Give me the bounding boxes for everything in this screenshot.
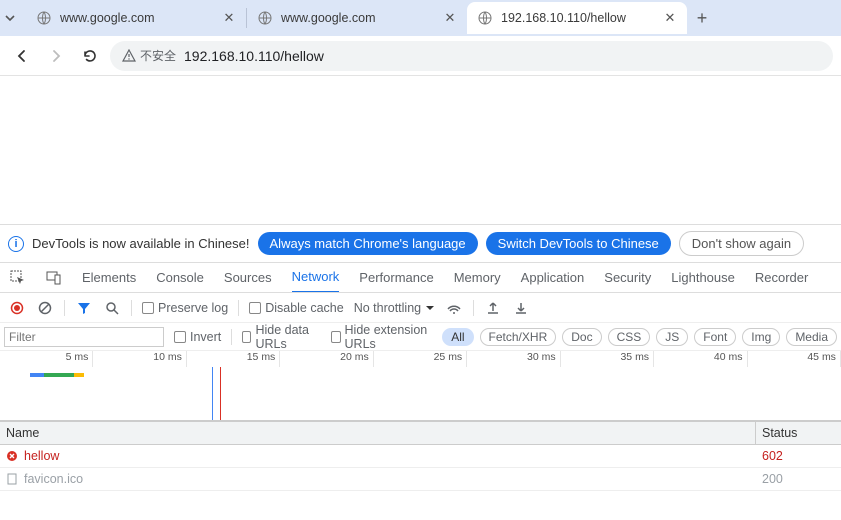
filter-chip-js[interactable]: JS	[656, 328, 688, 346]
file-icon	[6, 473, 18, 485]
record-button[interactable]	[8, 299, 26, 317]
request-row[interactable]: favicon.ico 200	[0, 468, 841, 491]
inspect-element-icon[interactable]	[10, 270, 26, 286]
browser-tab-2-active[interactable]: 192.168.10.110/hellow ✕	[467, 2, 687, 34]
close-icon[interactable]: ✕	[443, 10, 457, 26]
not-secure-label: 不安全	[140, 47, 176, 64]
timeline-tick: 20 ms	[280, 351, 373, 367]
devtools-tabs: Elements Console Sources Network Performance…	[0, 263, 841, 293]
timeline-tick: 25 ms	[374, 351, 467, 367]
clear-button[interactable]	[36, 299, 54, 317]
timeline-tick: 45 ms	[748, 351, 841, 367]
network-table-header: Name Status	[0, 421, 841, 445]
globe-icon	[477, 10, 493, 26]
tab-title: www.google.com	[60, 11, 214, 25]
separator	[231, 329, 232, 345]
invert-checkbox[interactable]: Invert	[174, 330, 221, 344]
devtools-tab-network[interactable]: Network	[292, 263, 340, 293]
timeline-tick: 40 ms	[654, 351, 747, 367]
request-status: 200	[756, 468, 841, 490]
filter-chip-font[interactable]: Font	[694, 328, 736, 346]
device-toolbar-icon[interactable]	[46, 270, 62, 286]
export-har-icon[interactable]	[512, 299, 530, 317]
globe-icon	[36, 10, 52, 26]
separator	[64, 300, 65, 316]
error-icon	[6, 450, 18, 462]
tab-dropdown-button[interactable]	[4, 12, 26, 24]
info-icon: i	[8, 236, 24, 252]
separator	[238, 300, 239, 316]
network-filter-bar: Invert Hide data URLs Hide extension URL…	[0, 323, 841, 351]
devtools-tab-memory[interactable]: Memory	[454, 263, 501, 293]
devtools-tab-lighthouse[interactable]: Lighthouse	[671, 263, 735, 293]
devtools-tab-elements[interactable]: Elements	[82, 263, 136, 293]
filter-chip-fetchxhr[interactable]: Fetch/XHR	[480, 328, 557, 346]
network-timeline[interactable]: 5 ms10 ms15 ms20 ms25 ms30 ms35 ms40 ms4…	[0, 351, 841, 421]
filter-chip-all[interactable]: All	[442, 328, 473, 346]
timeline-tick: 10 ms	[93, 351, 186, 367]
browser-tab-1[interactable]: www.google.com ✕	[247, 2, 467, 34]
throttling-select[interactable]: No throttling	[354, 301, 435, 315]
globe-icon	[257, 10, 273, 26]
disable-cache-checkbox[interactable]: Disable cache	[249, 301, 344, 315]
network-toolbar: Preserve log Disable cache No throttling	[0, 293, 841, 323]
devtools-tab-application[interactable]: Application	[521, 263, 585, 293]
address-bar[interactable]: 不安全 192.168.10.110/hellow	[110, 41, 833, 71]
separator	[131, 300, 132, 316]
request-name: favicon.ico	[24, 472, 83, 486]
timeline-tick: 35 ms	[561, 351, 654, 367]
filter-input[interactable]	[4, 327, 164, 347]
tab-strip: www.google.com ✕ www.google.com ✕ 192.16…	[0, 0, 841, 36]
filter-chips: All Fetch/XHR Doc CSS JS Font Img Media	[442, 328, 837, 346]
banner-text: DevTools is now available in Chinese!	[32, 236, 250, 251]
devtools-tab-console[interactable]: Console	[156, 263, 204, 293]
hide-extension-urls-checkbox[interactable]: Hide extension URLs	[331, 323, 432, 351]
filter-icon[interactable]	[75, 299, 93, 317]
devtools-tab-sources[interactable]: Sources	[224, 263, 272, 293]
close-icon[interactable]: ✕	[663, 10, 677, 26]
always-match-language-button[interactable]: Always match Chrome's language	[258, 232, 478, 255]
switch-devtools-language-button[interactable]: Switch DevTools to Chinese	[486, 232, 671, 255]
request-status: 602	[756, 445, 841, 467]
request-row[interactable]: hellow 602	[0, 445, 841, 468]
chevron-down-icon	[425, 303, 435, 313]
filter-chip-css[interactable]: CSS	[608, 328, 651, 346]
timeline-tick: 15 ms	[187, 351, 280, 367]
search-icon[interactable]	[103, 299, 121, 317]
filter-chip-img[interactable]: Img	[742, 328, 780, 346]
not-secure-badge[interactable]: 不安全	[122, 47, 176, 64]
preserve-log-checkbox[interactable]: Preserve log	[142, 301, 228, 315]
network-conditions-icon[interactable]	[445, 299, 463, 317]
devtools-language-banner: i DevTools is now available in Chinese! …	[0, 224, 841, 263]
close-icon[interactable]: ✕	[222, 10, 236, 26]
import-har-icon[interactable]	[484, 299, 502, 317]
filter-chip-media[interactable]: Media	[786, 328, 837, 346]
back-button[interactable]	[8, 42, 36, 70]
devtools-tab-security[interactable]: Security	[604, 263, 651, 293]
timeline-tick: 30 ms	[467, 351, 560, 367]
url-text: 192.168.10.110/hellow	[184, 48, 324, 64]
page-content	[0, 76, 841, 224]
tab-title: 192.168.10.110/hellow	[501, 11, 655, 25]
new-tab-button[interactable]: +	[687, 8, 717, 29]
devtools-tab-performance[interactable]: Performance	[359, 263, 433, 293]
devtools-tab-recorder[interactable]: Recorder	[755, 263, 808, 293]
hide-data-urls-checkbox[interactable]: Hide data URLs	[242, 323, 321, 351]
reload-button[interactable]	[76, 42, 104, 70]
request-name: hellow	[24, 449, 59, 463]
column-name[interactable]: Name	[0, 422, 756, 444]
tab-title: www.google.com	[281, 11, 435, 25]
separator	[473, 300, 474, 316]
forward-button[interactable]	[42, 42, 70, 70]
timeline-tick: 5 ms	[0, 351, 93, 367]
column-status[interactable]: Status	[756, 422, 841, 444]
dont-show-again-button[interactable]: Don't show again	[679, 231, 804, 256]
browser-toolbar: 不安全 192.168.10.110/hellow	[0, 36, 841, 76]
warning-icon	[122, 49, 136, 63]
browser-tab-0[interactable]: www.google.com ✕	[26, 2, 246, 34]
network-table-body: hellow 602 favicon.ico 200	[0, 445, 841, 491]
filter-chip-doc[interactable]: Doc	[562, 328, 601, 346]
